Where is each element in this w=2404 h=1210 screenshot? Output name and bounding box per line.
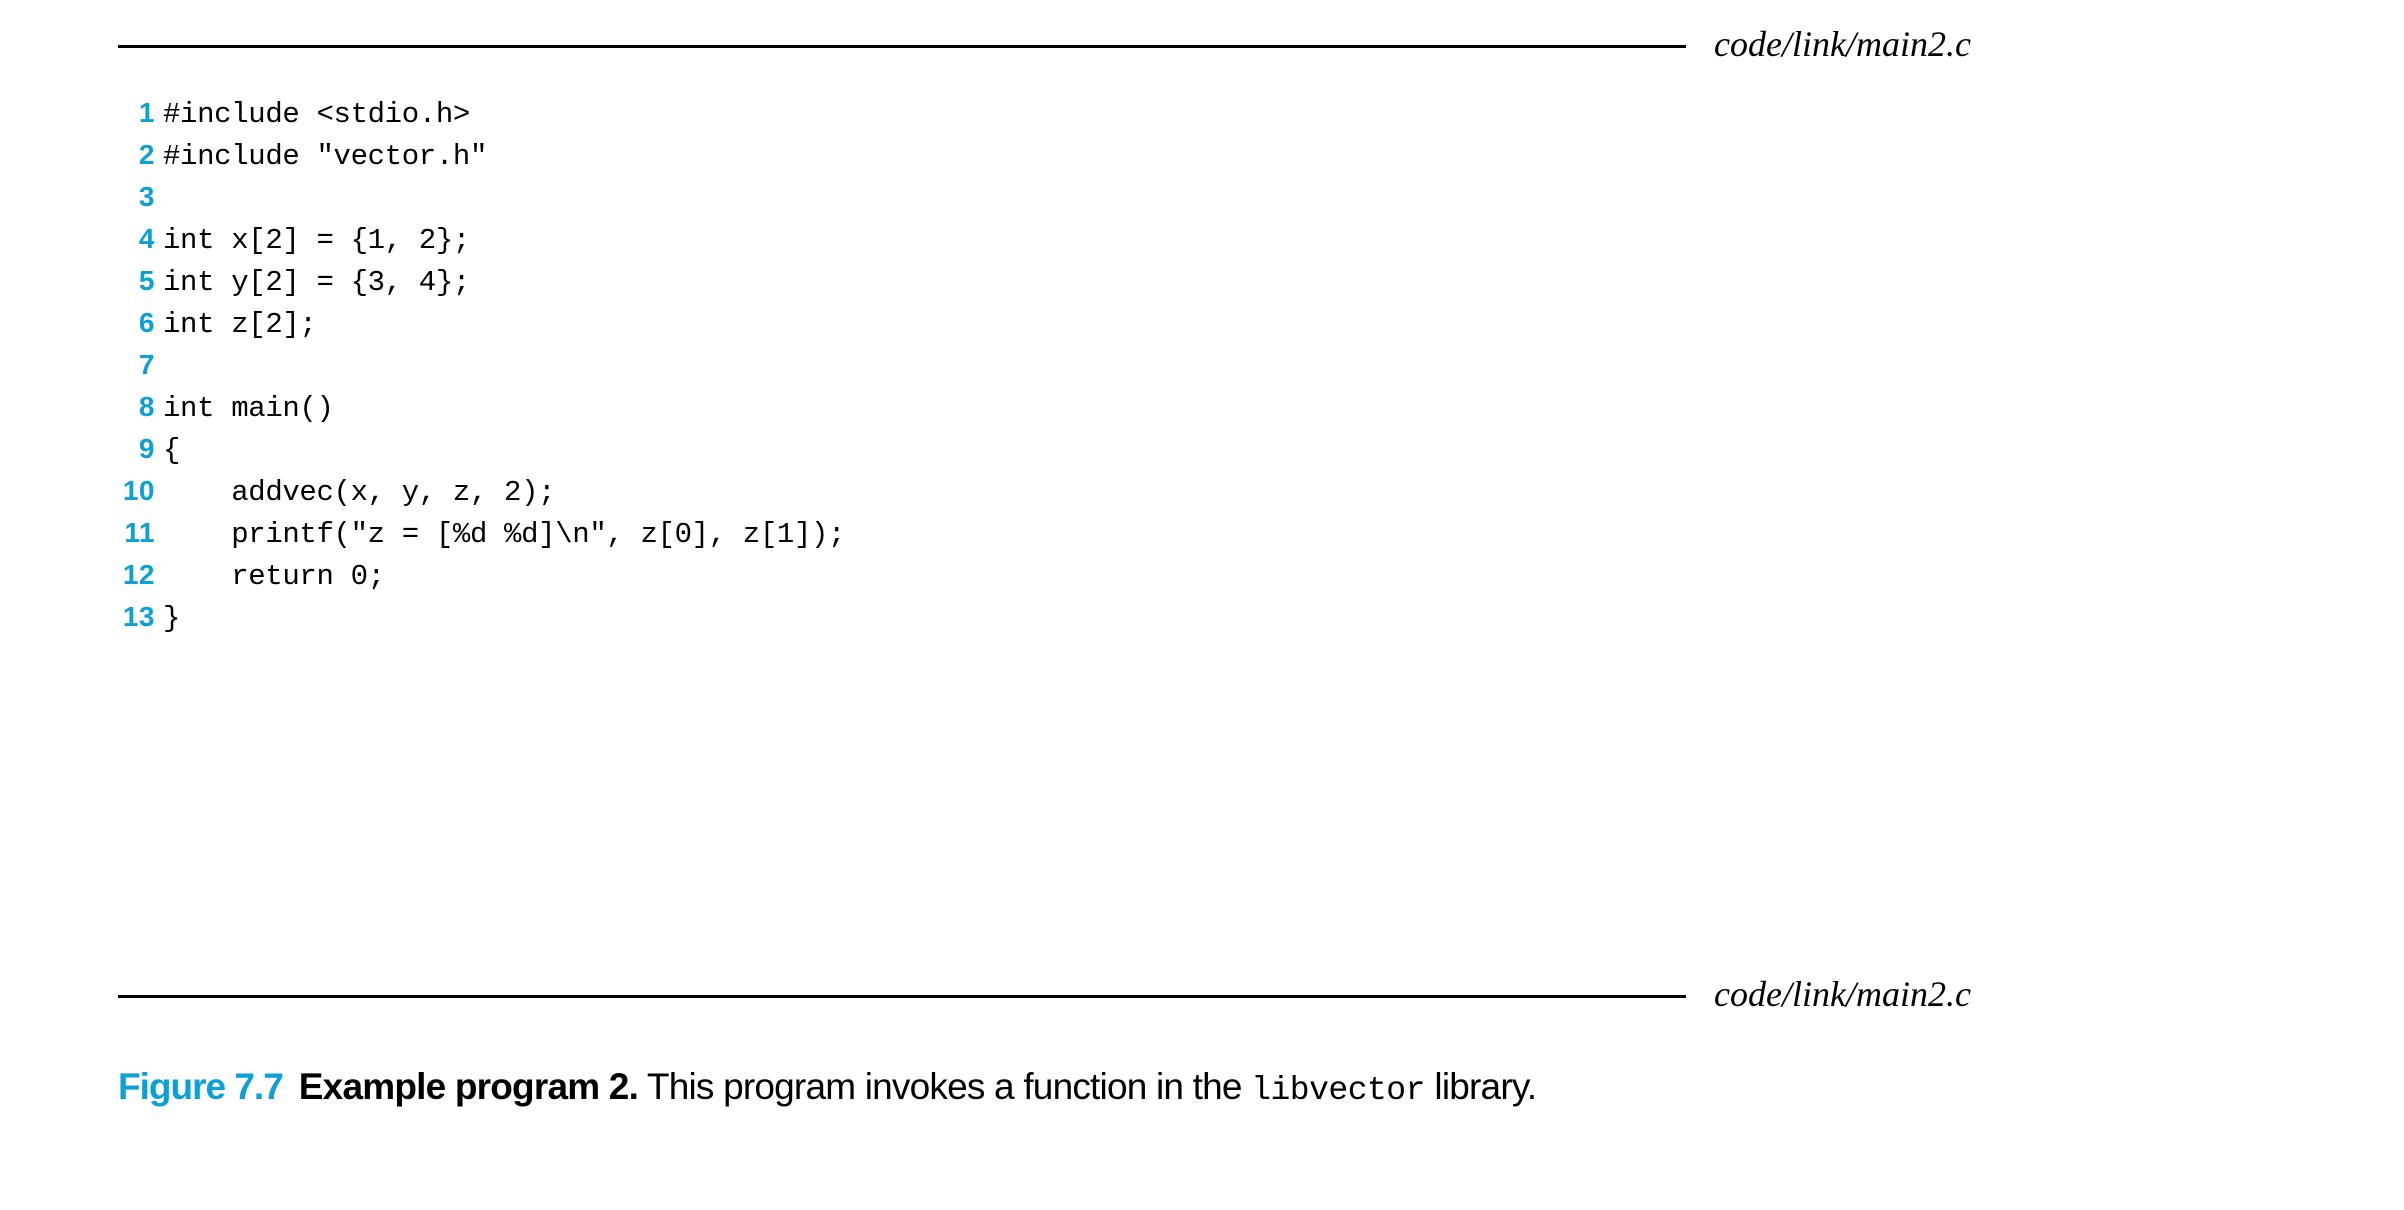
line-code: { [163,434,181,467]
figure-description-after: library. [1424,1066,1537,1107]
line-code: #include <stdio.h> [163,98,470,131]
line-number: 9 [138,433,155,464]
code-line: 8 int main() [0,386,2404,428]
line-number: 13 [122,601,155,632]
line-number: 10 [122,475,155,506]
horizontal-rule [118,44,1686,48]
code-line: 12 return 0; [0,554,2404,596]
line-number: 3 [138,181,155,212]
line-code: #include "vector.h" [163,140,488,173]
line-number: 6 [138,307,155,338]
line-number: 4 [138,223,155,254]
line-code: int y[2] = {3, 4}; [163,266,470,299]
source-path-label-bottom: code/link/main2.c [1714,974,1971,1014]
code-line: 1 #include <stdio.h> [0,92,2404,134]
line-code: int z[2]; [163,308,317,341]
figure-title: Example program 2. [298,1066,639,1107]
line-code: int x[2] = {1, 2}; [163,224,470,257]
figure-caption: Figure 7.7 Example program 2. This progra… [118,1062,2078,1116]
line-code: return 0; [163,560,385,593]
line-number: 8 [138,391,155,422]
figure-description-mono-term: libvector [1251,1072,1425,1109]
line-number: 11 [124,517,155,548]
code-line: 5 int y[2] = {3, 4}; [0,260,2404,302]
code-line: 3 [0,176,2404,218]
code-listing-bottom-rule: code/link/main2.c [118,974,2158,1014]
line-code: addvec(x, y, z, 2); [163,476,556,509]
line-number: 7 [138,349,155,380]
figure-description-before: This program invokes a function in the [638,1066,1252,1107]
source-path-label-top: code/link/main2.c [1714,24,1971,64]
figure-7-7: code/link/main2.c 1 #include <stdio.h> 2… [0,0,2404,1210]
code-line: 4 int x[2] = {1, 2}; [0,218,2404,260]
code-line: 9 { [0,428,2404,470]
line-code: } [163,602,181,635]
line-code: int main() [163,392,334,425]
code-line: 2 #include "vector.h" [0,134,2404,176]
code-line: 11 printf("z = [%d %d]\n", z[0], z[1]); [0,512,2404,554]
line-number: 5 [138,265,155,296]
line-number: 2 [138,139,155,170]
code-listing: 1 #include <stdio.h> 2 #include "vector.… [0,92,2404,638]
figure-number: Figure 7.7 [118,1066,284,1107]
horizontal-rule [118,994,1686,998]
code-line: 7 [0,344,2404,386]
code-line: 6 int z[2]; [0,302,2404,344]
code-line: 13 } [0,596,2404,638]
code-listing-top-rule: code/link/main2.c [118,24,2158,64]
code-line: 10 addvec(x, y, z, 2); [0,470,2404,512]
line-number: 1 [138,97,155,128]
line-number: 12 [122,559,155,590]
line-code: printf("z = [%d %d]\n", z[0], z[1]); [163,518,846,551]
